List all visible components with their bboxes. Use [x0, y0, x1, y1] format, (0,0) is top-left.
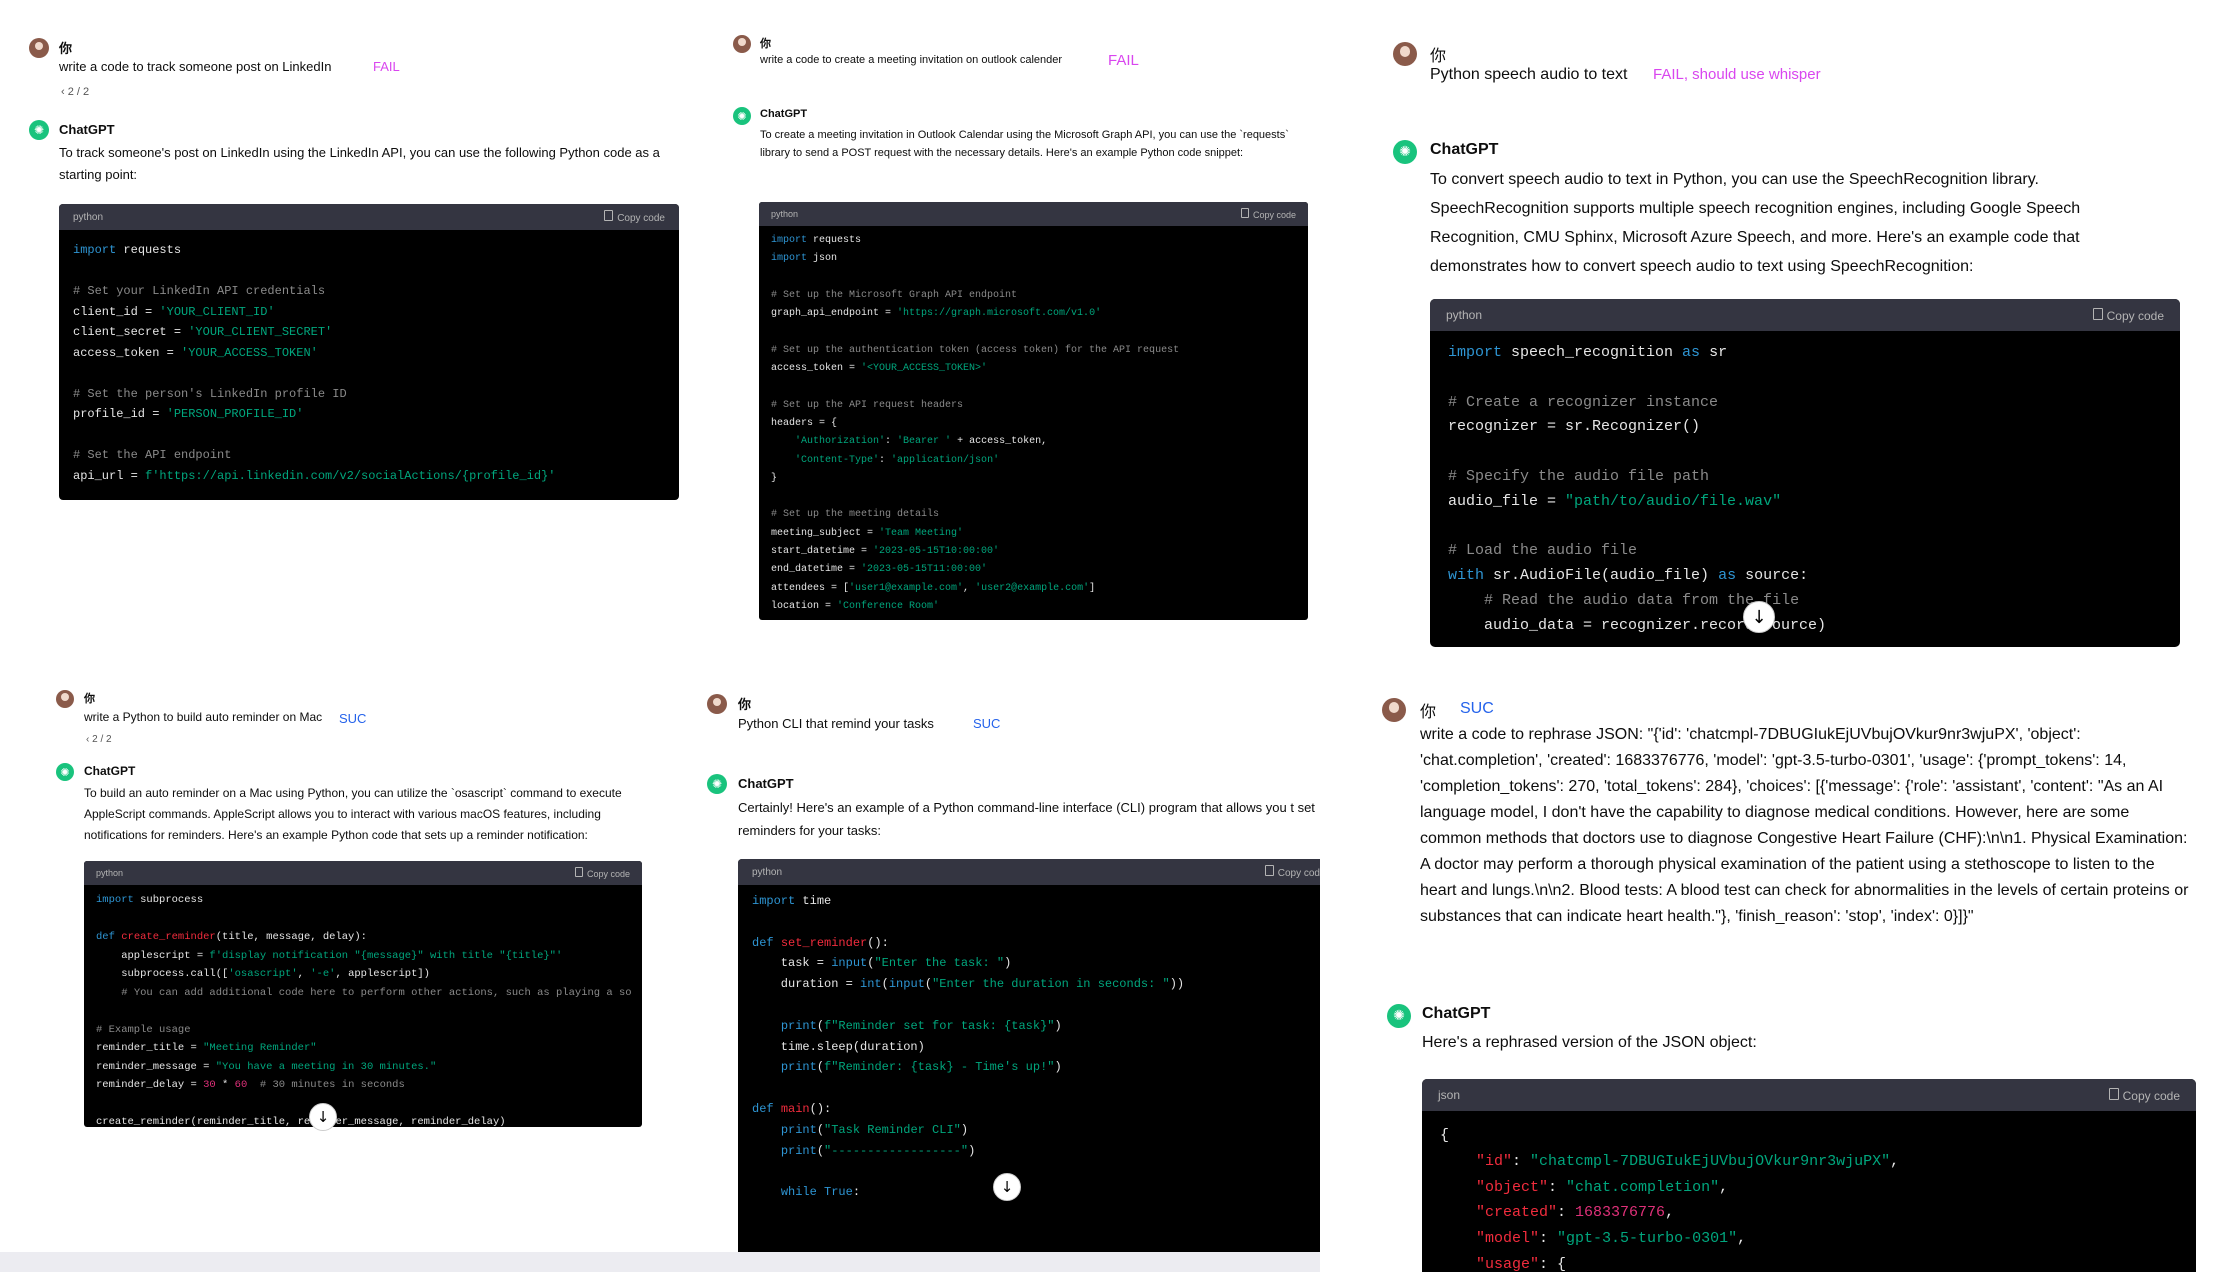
code-content: import speech_recognition as sr # Create…: [1448, 344, 1827, 634]
chatgpt-logo-icon: ✺: [1393, 140, 1417, 164]
chatgpt-logo-icon: ✺: [29, 120, 49, 140]
clipboard-icon: [2108, 1087, 2119, 1100]
user-message: Python speech audio to text: [1430, 66, 1628, 83]
code-content: import subprocess def create_reminder(ti…: [96, 894, 632, 1127]
status-tag: FAIL, should use whisper: [1653, 66, 1821, 83]
panel-linkedin: 你 write a code to track someone post on …: [0, 0, 700, 520]
bot-answer: To build an auto reminder on a Mac using…: [84, 786, 622, 842]
bot-name: ChatGPT: [1422, 1005, 1491, 1022]
scroll-down-icon[interactable]: ↓: [309, 1103, 337, 1131]
bot-name: ChatGPT: [738, 776, 794, 791]
user-avatar: [707, 694, 727, 714]
bot-name: ChatGPT: [59, 122, 115, 137]
chatgpt-logo-icon: ✺: [733, 107, 751, 125]
code-block: python Copy code import requests import …: [759, 202, 1308, 620]
response-pager[interactable]: ‹ 2 / 2: [61, 86, 89, 98]
copy-code-button[interactable]: Copy code: [1240, 208, 1296, 220]
status-tag: SUC: [339, 711, 367, 726]
code-block: json Copy code { "id": "chatcmpl-7DBUGIu…: [1422, 1079, 2196, 1272]
user-message: write a code to rephrase JSON: "{'id': '…: [1420, 726, 2189, 925]
code-language: python: [1446, 308, 1483, 322]
status-tag: FAIL: [373, 59, 400, 74]
code-language: python: [96, 868, 124, 878]
response-pager[interactable]: ‹ 2 / 2: [86, 734, 112, 745]
user-message: Python CLI that remind your tasks: [738, 716, 934, 731]
clipboard-icon: [1264, 865, 1274, 876]
code-content: { "id": "chatcmpl-7DBUGIukEjUVbujOVkur9n…: [1440, 1127, 1900, 1272]
status-tag: FAIL: [1108, 52, 1139, 69]
code-block: python Copy cod import time def set_remi…: [738, 859, 1320, 1252]
bottom-scroll-strip: [0, 1252, 1320, 1272]
user-message: write a code to track someone post on Li…: [59, 59, 332, 74]
code-block: python Copy code import subprocess def c…: [84, 861, 642, 1127]
bot-answer: Here's a rephrased version of the JSON o…: [1422, 1034, 1757, 1051]
user-avatar: [1382, 698, 1406, 722]
scroll-down-icon[interactable]: ↓: [993, 1173, 1021, 1201]
code-content: import requests import json # Set up the…: [771, 235, 1180, 612]
bot-answer: To create a meeting invitation in Outloo…: [760, 129, 1289, 160]
user-avatar: [733, 35, 751, 53]
scroll-down-icon[interactable]: ↓: [1743, 601, 1775, 633]
copy-code-button[interactable]: Copy code: [2108, 1087, 2180, 1103]
user-avatar: [1393, 42, 1417, 66]
user-avatar: [29, 38, 49, 58]
panel-outlook: 你 write a code to create a meeting invit…: [700, 0, 1320, 640]
status-tag: SUC: [973, 716, 1001, 731]
status-tag: SUC: [1460, 700, 1494, 717]
bot-answer: Certainly! Here's an example of a Python…: [738, 800, 1315, 838]
user-name: 你: [760, 38, 771, 50]
user-message: write a code to create a meeting invitat…: [760, 54, 1063, 66]
clipboard-icon: [2092, 307, 2103, 320]
code-language: python: [771, 209, 799, 219]
code-block: python Copy code import speech_recogniti…: [1430, 299, 2180, 647]
clipboard-icon: [604, 210, 614, 221]
user-name: 你: [1420, 704, 1437, 721]
code-block: python Copy code import requests # Set y…: [59, 204, 679, 500]
panel-mac-reminder: 你 write a Python to build auto reminder …: [0, 680, 700, 1150]
chatgpt-logo-icon: ✺: [707, 774, 727, 794]
user-name: 你: [84, 693, 95, 705]
copy-code-button[interactable]: Copy code: [604, 210, 665, 224]
code-language: python: [73, 211, 104, 223]
copy-code-button[interactable]: Copy cod: [1264, 865, 1320, 879]
user-message: write a Python to build auto reminder on…: [84, 710, 323, 724]
panel-cli-reminder: 你 Python CLI that remind your tasks SUC …: [700, 680, 1320, 1252]
user-avatar: [56, 690, 74, 708]
clipboard-icon: [574, 867, 583, 877]
user-name: 你: [59, 41, 73, 56]
bot-answer: To convert speech audio to text in Pytho…: [1430, 171, 2081, 275]
clipboard-icon: [1240, 208, 1249, 218]
chatgpt-logo-icon: ✺: [1387, 1004, 1411, 1028]
code-language: json: [1438, 1088, 1461, 1102]
copy-code-button[interactable]: Copy code: [574, 867, 630, 879]
user-name: 你: [738, 697, 752, 712]
panel-speech: 你 Python speech audio to text FAIL, shou…: [1320, 0, 2234, 670]
chatgpt-logo-icon: ✺: [56, 763, 74, 781]
bot-name: ChatGPT: [760, 108, 808, 120]
bot-answer: To track someone's post on LinkedIn usin…: [59, 145, 660, 183]
code-content: import requests # Set your LinkedIn API …: [73, 243, 556, 483]
code-content: import time def set_reminder(): task = i…: [752, 894, 1185, 1200]
copy-code-button[interactable]: Copy code: [2092, 307, 2164, 323]
panel-json-rephrase: 你 SUC write a code to rephrase JSON: "{'…: [1320, 680, 2234, 1272]
bot-name: ChatGPT: [1430, 141, 1499, 158]
bot-name: ChatGPT: [84, 764, 136, 778]
code-language: python: [752, 866, 783, 878]
user-name: 你: [1430, 48, 1447, 65]
